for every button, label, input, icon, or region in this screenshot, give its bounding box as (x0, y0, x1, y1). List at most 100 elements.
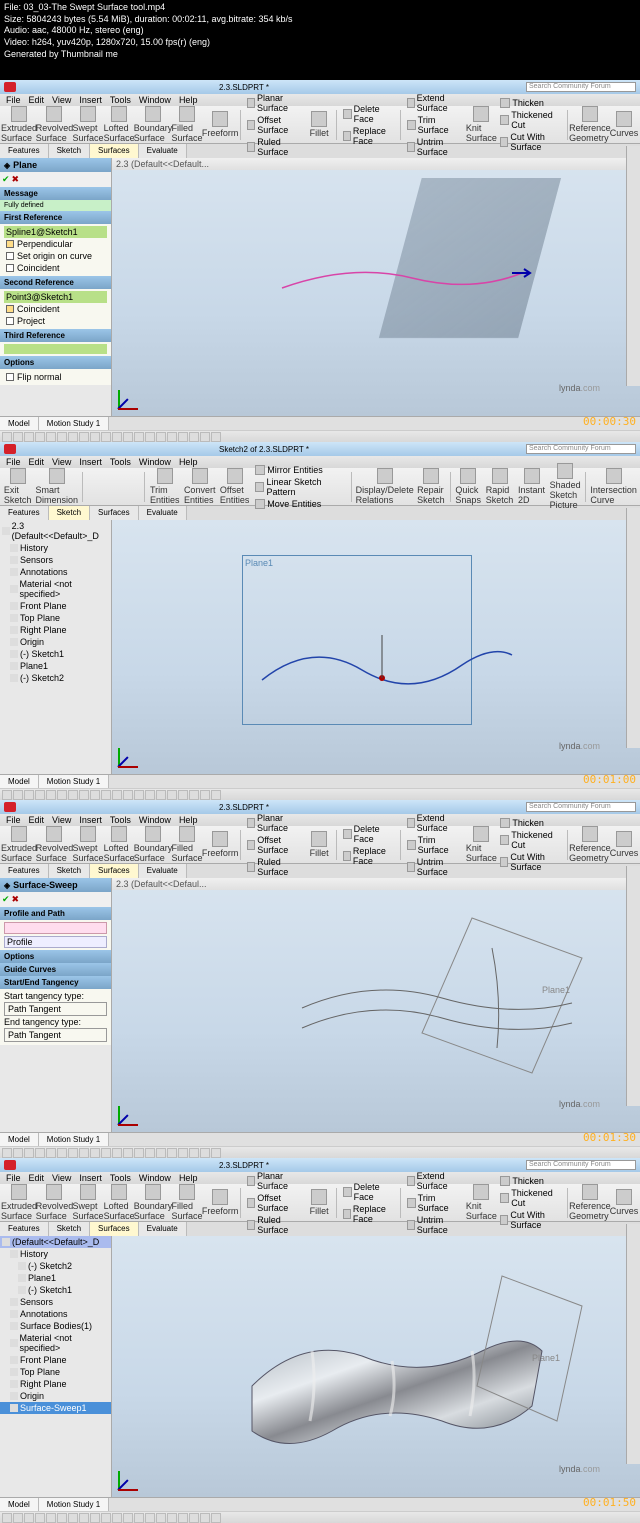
model-tab[interactable]: Model (0, 775, 39, 788)
replace-face-button[interactable]: Replace Face (340, 125, 397, 147)
curves-button[interactable]: Curves (610, 829, 638, 860)
coincident2-option[interactable]: Coincident (4, 303, 107, 315)
tree-sensors[interactable]: Sensors (0, 1296, 111, 1308)
fillet-button[interactable]: Fillet (305, 109, 333, 140)
tree-origin[interactable]: Origin (0, 636, 111, 648)
delete-face-button[interactable]: Delete Face (340, 1181, 397, 1203)
tree-origin[interactable]: Origin (0, 1390, 111, 1402)
revolved-surface-button[interactable]: RevolvedSurface (37, 104, 72, 145)
menu-tools[interactable]: Tools (110, 457, 131, 467)
third-ref-header[interactable]: Third Reference (0, 329, 111, 342)
knit-surface-button[interactable]: KnitSurface (466, 104, 496, 145)
motion-tab[interactable]: Motion Study 1 (39, 1133, 109, 1146)
untrim-surface-button[interactable]: Untrim Surface (404, 136, 466, 158)
ok-icon[interactable]: ✔ (2, 174, 10, 185)
thickened-cut-button[interactable]: Thickened Cut (497, 109, 564, 131)
thicken-button[interactable]: Thicken (497, 817, 564, 829)
extruded-surface-button[interactable]: ExtrudedSurface (2, 824, 36, 865)
rapid-sketch-button[interactable]: RapidSketch (484, 466, 515, 507)
cancel-icon[interactable]: ✖ (12, 174, 20, 185)
tab-features[interactable]: Features (0, 506, 49, 520)
convert-entities-button[interactable]: ConvertEntities (182, 466, 217, 507)
tree-material[interactable]: Material <not specified> (0, 1332, 111, 1354)
tree-top-plane[interactable]: Top Plane (0, 612, 111, 624)
search-input[interactable]: Search Community Forum (526, 1160, 636, 1170)
extend-surface-button[interactable]: Extend Surface (404, 1170, 466, 1192)
second-ref-header[interactable]: Second Reference (0, 276, 111, 289)
trim-entities-button[interactable]: TrimEntities (148, 466, 181, 507)
tree-annotations[interactable]: Annotations (0, 566, 111, 578)
instant-2d-button[interactable]: Instant2D (516, 466, 547, 507)
planar-surface-button[interactable]: Planar Surface (244, 1170, 304, 1192)
lofted-surface-button[interactable]: LoftedSurface (104, 104, 134, 145)
guide-curves-header[interactable]: Guide Curves (0, 963, 111, 976)
thickened-cut-button[interactable]: Thickened Cut (497, 1187, 564, 1209)
linear-pattern-button[interactable]: Linear Sketch Pattern (252, 476, 348, 498)
tree-front-plane[interactable]: Front Plane (0, 600, 111, 612)
offset-surface-button[interactable]: Offset Surface (244, 1192, 304, 1214)
untrim-surface-button[interactable]: Untrim Surface (404, 856, 466, 878)
freeform-button[interactable]: Freeform (203, 829, 237, 860)
motion-tab[interactable]: Motion Study 1 (39, 775, 109, 788)
path-selection[interactable]: Profile (4, 936, 107, 948)
mirror-entities-button[interactable]: Mirror Entities (252, 464, 348, 476)
freeform-button[interactable]: Freeform (203, 109, 237, 140)
extruded-surface-button[interactable]: ExtrudedSurface (2, 104, 36, 145)
tree-history[interactable]: History (0, 542, 111, 554)
task-pane[interactable] (626, 508, 640, 748)
tree-root[interactable]: 2.3 (Default<<Default>_D (0, 520, 111, 542)
untrim-surface-button[interactable]: Untrim Surface (404, 1214, 466, 1236)
profile-path-header[interactable]: Profile and Path (0, 907, 111, 920)
exit-sketch-button[interactable]: ExitSketch (2, 466, 33, 507)
tree-surface-sweep[interactable]: Surface-Sweep1 (0, 1402, 111, 1414)
delete-face-button[interactable]: Delete Face (340, 103, 397, 125)
curves-button[interactable]: Curves (610, 109, 638, 140)
filled-surface-button[interactable]: FilledSurface (172, 824, 202, 865)
revolved-surface-button[interactable]: RevolvedSurface (37, 824, 72, 865)
revolved-surface-button[interactable]: RevolvedSurface (37, 1182, 72, 1223)
ruled-surface-button[interactable]: Ruled Surface (244, 136, 304, 158)
reference-geometry-button[interactable]: ReferenceGeometry (571, 104, 609, 145)
offset-surface-button[interactable]: Offset Surface (244, 114, 304, 136)
tab-surfaces[interactable]: Surfaces (90, 144, 139, 158)
thickened-cut-button[interactable]: Thickened Cut (497, 829, 564, 851)
lofted-surface-button[interactable]: LoftedSurface (104, 824, 134, 865)
knit-surface-button[interactable]: KnitSurface (466, 1182, 496, 1223)
tab-features[interactable]: Features (0, 144, 49, 158)
viewport[interactable]: 2.3 (Default<<Defaul... Plane1 lynda.com (112, 878, 640, 1132)
tree-sketch2[interactable]: (-) Sketch2 (0, 672, 111, 684)
tree-sketch2[interactable]: (-) Sketch2 (0, 1260, 111, 1272)
filled-surface-button[interactable]: FilledSurface (172, 1182, 202, 1223)
extruded-surface-button[interactable]: ExtrudedSurface (2, 1182, 36, 1223)
move-entities-button[interactable]: Move Entities (252, 498, 348, 510)
cut-with-surface-button[interactable]: Cut With Surface (497, 131, 564, 153)
thicken-button[interactable]: Thicken (497, 97, 564, 109)
tab-evaluate[interactable]: Evaluate (139, 506, 187, 520)
ruled-surface-button[interactable]: Ruled Surface (244, 1214, 304, 1236)
tab-evaluate[interactable]: Evaluate (139, 144, 187, 158)
task-pane[interactable] (626, 866, 640, 1106)
tree-plane1[interactable]: Plane1 (0, 1272, 111, 1284)
ruled-surface-button[interactable]: Ruled Surface (244, 856, 304, 878)
first-ref-header[interactable]: First Reference (0, 211, 111, 224)
boundary-surface-button[interactable]: BoundarySurface (135, 824, 171, 865)
tab-features[interactable]: Features (0, 1222, 49, 1236)
offset-surface-button[interactable]: Offset Surface (244, 834, 304, 856)
swept-surface-button[interactable]: SweptSurface (73, 1182, 103, 1223)
tree-annotations[interactable]: Annotations (0, 1308, 111, 1320)
search-input[interactable]: Search Community Forum (526, 82, 636, 92)
model-tab[interactable]: Model (0, 417, 39, 430)
profile-selection[interactable] (4, 922, 107, 934)
tab-surfaces[interactable]: Surfaces (90, 864, 139, 878)
project-option[interactable]: Project (4, 315, 107, 327)
tab-evaluate[interactable]: Evaluate (139, 864, 187, 878)
extend-surface-button[interactable]: Extend Surface (404, 92, 466, 114)
flip-normal-option[interactable]: Flip normal (4, 371, 107, 383)
trim-surface-button[interactable]: Trim Surface (404, 1192, 466, 1214)
task-pane[interactable] (626, 1224, 640, 1464)
set-origin-option[interactable]: Set origin on curve (4, 250, 107, 262)
tab-evaluate[interactable]: Evaluate (139, 1222, 187, 1236)
viewport[interactable]: Plane1 lynda.com (112, 520, 640, 774)
knit-surface-button[interactable]: KnitSurface (466, 824, 496, 865)
curves-button[interactable]: Curves (610, 1187, 638, 1218)
